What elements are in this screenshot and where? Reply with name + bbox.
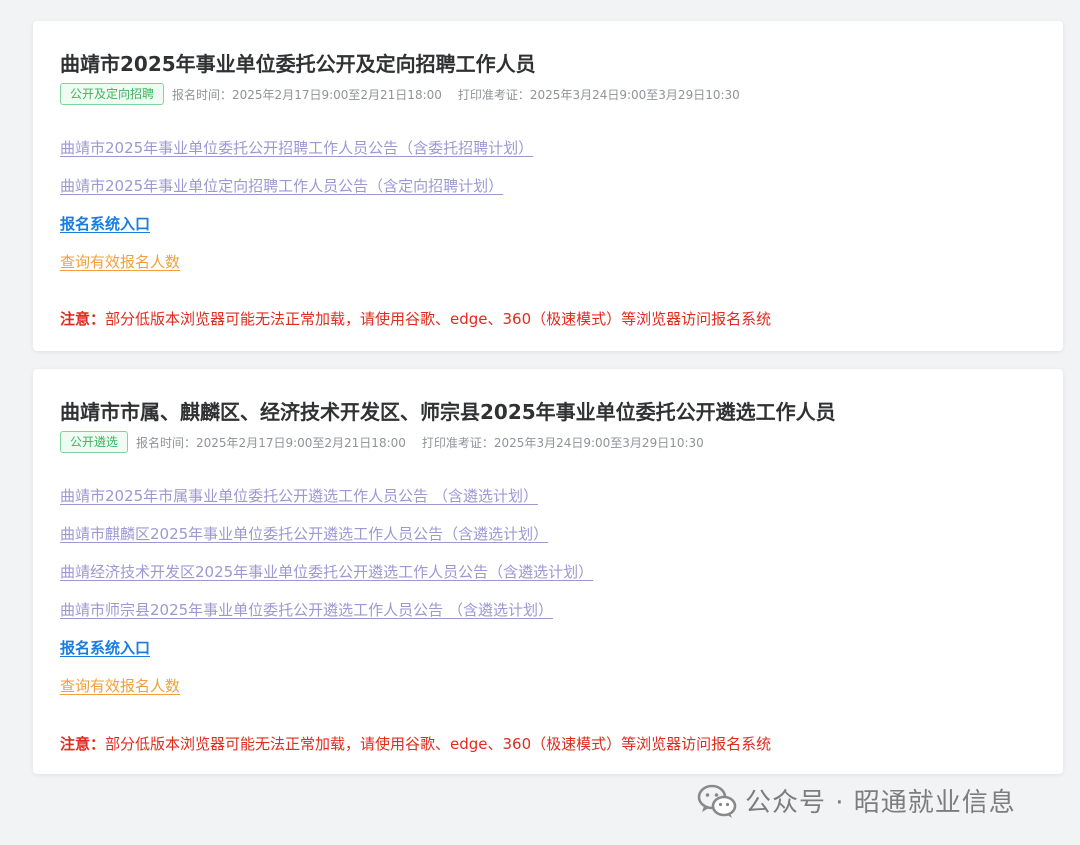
- notice-link[interactable]: 曲靖经济技术开发区2025年事业单位委托公开遴选工作人员公告（含遴选计划）: [60, 563, 593, 581]
- category-tag: 公开遴选: [60, 431, 129, 453]
- print-admission-time: 打印准考证：2025年3月24日9:00至3月29日10:30: [421, 435, 704, 450]
- notice-link[interactable]: 曲靖市师宗县2025年事业单位委托公开遴选工作人员公告 （含遴选计划）: [60, 601, 553, 619]
- signup-system-link[interactable]: 报名系统入口: [60, 639, 150, 657]
- warning-text: 部分低版本浏览器可能无法正常加载，请使用谷歌、edge、360（极速模式）等浏览…: [105, 735, 772, 753]
- card-meta: 公开及定向招聘 报名时间：2025年2月17日9:00至2月21日18:00 打…: [60, 83, 1036, 105]
- browser-warning: 注意：部分低版本浏览器可能无法正常加载，请使用谷歌、edge、360（极速模式）…: [60, 308, 771, 329]
- link-list: 曲靖市2025年市属事业单位委托公开遴选工作人员公告 （含遴选计划） 曲靖市麒麟…: [60, 477, 1036, 705]
- notice-link[interactable]: 曲靖市麒麟区2025年事业单位委托公开遴选工作人员公告（含遴选计划）: [60, 525, 548, 543]
- signup-time: 报名时间：2025年2月17日9:00至2月21日18:00: [136, 435, 406, 450]
- warning-label: 注意：: [60, 310, 106, 328]
- recruitment-card: 曲靖市2025年事业单位委托公开及定向招聘工作人员 公开及定向招聘 报名时间：2…: [33, 21, 1063, 351]
- selection-card: 曲靖市市属、麒麟区、经济技术开发区、师宗县2025年事业单位委托公开遴选工作人员…: [33, 369, 1063, 774]
- query-count-link[interactable]: 查询有效报名人数: [60, 677, 180, 695]
- notice-link[interactable]: 曲靖市2025年事业单位定向招聘工作人员公告（含定向招聘计划）: [60, 177, 503, 195]
- link-list: 曲靖市2025年事业单位委托公开招聘工作人员公告（含委托招聘计划） 曲靖市202…: [60, 129, 1036, 281]
- card-title: 曲靖市市属、麒麟区、经济技术开发区、师宗县2025年事业单位委托公开遴选工作人员: [60, 400, 836, 424]
- warning-label: 注意：: [60, 735, 106, 753]
- notice-link[interactable]: 曲靖市2025年市属事业单位委托公开遴选工作人员公告 （含遴选计划）: [60, 487, 538, 505]
- browser-warning: 注意：部分低版本浏览器可能无法正常加载，请使用谷歌、edge、360（极速模式）…: [60, 733, 771, 754]
- wechat-icon: [697, 783, 737, 819]
- warning-text: 部分低版本浏览器可能无法正常加载，请使用谷歌、edge、360（极速模式）等浏览…: [105, 310, 772, 328]
- signup-system-link[interactable]: 报名系统入口: [60, 215, 150, 233]
- card-title: 曲靖市2025年事业单位委托公开及定向招聘工作人员: [60, 52, 536, 76]
- query-count-link[interactable]: 查询有效报名人数: [60, 253, 180, 271]
- category-tag: 公开及定向招聘: [60, 83, 165, 105]
- wechat-watermark: 公众号 · 昭通就业信息: [697, 782, 1016, 819]
- signup-time: 报名时间：2025年2月17日9:00至2月21日18:00: [172, 87, 442, 102]
- notice-link[interactable]: 曲靖市2025年事业单位委托公开招聘工作人员公告（含委托招聘计划）: [60, 139, 533, 157]
- watermark-text: 公众号 · 昭通就业信息: [745, 788, 1016, 818]
- card-meta: 公开遴选 报名时间：2025年2月17日9:00至2月21日18:00 打印准考…: [60, 431, 1036, 453]
- print-admission-time: 打印准考证：2025年3月24日9:00至3月29日10:30: [457, 87, 740, 102]
